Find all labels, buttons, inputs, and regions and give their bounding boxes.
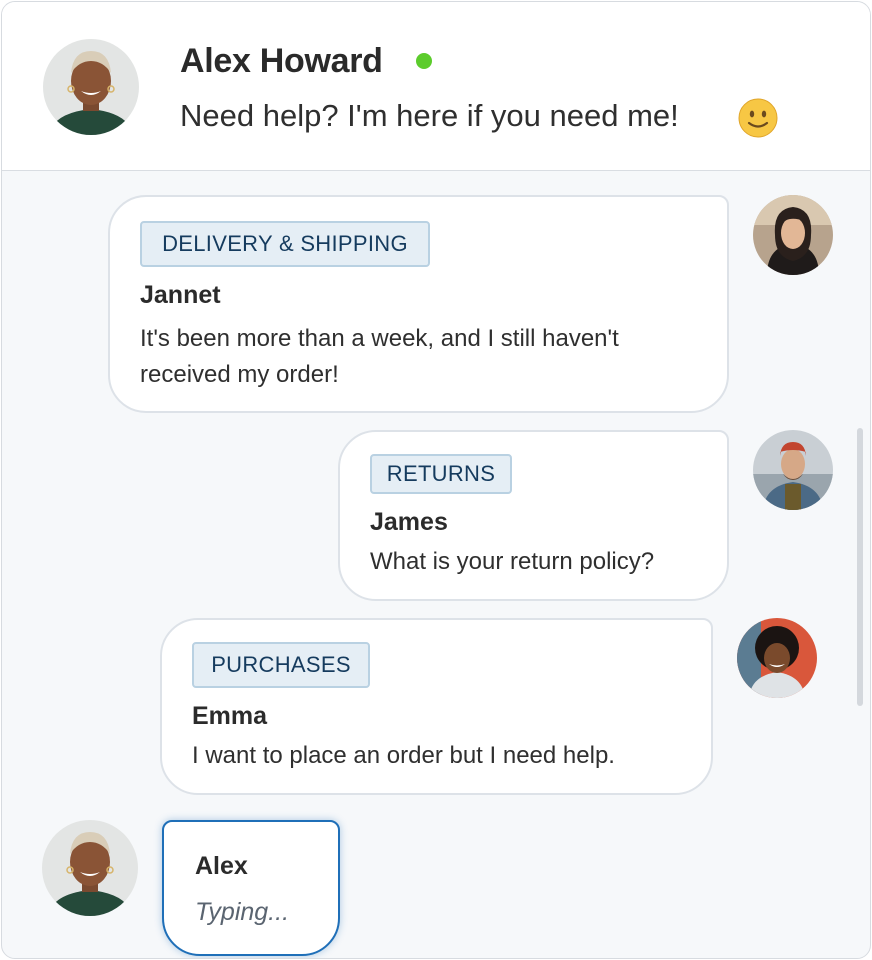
message-text: I want to place an order but I need help… [192, 742, 615, 769]
sender-name: Jannet [140, 281, 221, 309]
typing-sender-name: Alex [195, 852, 248, 880]
typing-status-text: Typing... [195, 898, 290, 926]
agent-avatar [43, 39, 139, 135]
topic-tag[interactable]: RETURNS [370, 454, 512, 494]
typing-indicator-bubble: Alex Typing... [162, 820, 340, 956]
chat-header: Alex Howard Need help? I'm here if you n… [2, 2, 870, 171]
sender-name: Emma [192, 702, 268, 730]
message-bubble[interactable]: PURCHASES Emma I want to place an order … [160, 618, 713, 795]
customer-avatar-emma [737, 618, 817, 698]
online-status-icon [416, 53, 432, 69]
message-bubble[interactable]: DELIVERY & SHIPPING Jannet It's been mor… [108, 195, 729, 413]
agent-name: Alex Howard [180, 42, 383, 80]
customer-avatar-jannet [753, 195, 833, 275]
topic-tag[interactable]: PURCHASES [192, 642, 370, 688]
message-text: It's been more than a week, and I still … [140, 325, 619, 388]
sender-name: James [370, 508, 448, 536]
chat-window: Alex Howard Need help? I'm here if you n… [1, 1, 871, 959]
message-bubble[interactable]: RETURNS James What is your return policy… [338, 430, 729, 601]
topic-tag[interactable]: DELIVERY & SHIPPING [140, 221, 430, 267]
agent-status-message: Need help? I'm here if you need me! [180, 98, 679, 133]
scrollbar-thumb[interactable] [857, 428, 863, 706]
agent-avatar-small [42, 820, 138, 916]
slightly-smiling-face-icon [738, 98, 778, 138]
customer-avatar-james [753, 430, 833, 510]
message-text: What is your return policy? [370, 548, 655, 575]
